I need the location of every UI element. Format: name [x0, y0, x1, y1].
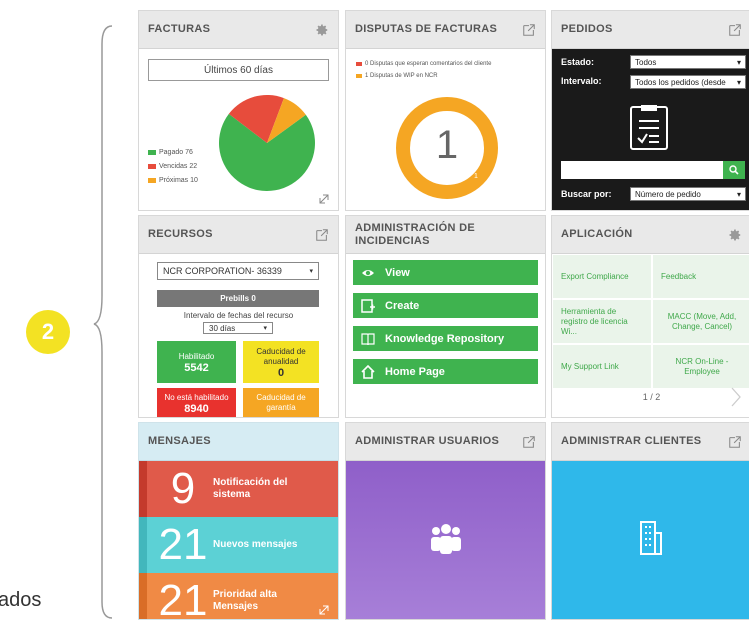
tile-title: ADMINISTRAR CLIENTES [561, 435, 702, 447]
no-habilitado-cell[interactable]: No está habilitado 8940 [157, 388, 236, 417]
external-link-icon[interactable] [315, 228, 329, 242]
prebills-bar: Prebills 0 [157, 290, 319, 307]
intervalo-select[interactable]: Todos los pedidos (desde ▾ [630, 75, 746, 89]
legend-item: Próximas 10 [148, 177, 198, 184]
tile-title: MENSAJES [148, 435, 211, 447]
tile-title: ADMINISTRACIÓN DE INCIDENCIAS [355, 221, 475, 247]
create-doc-icon [361, 298, 375, 313]
message-row-system[interactable]: 9 Notificación del sistema [139, 461, 338, 517]
app-link[interactable]: Feedback [652, 254, 749, 299]
create-button[interactable]: Create [353, 293, 538, 318]
interval-label: Intervalo de fechas del recurso [183, 311, 294, 320]
step-badge: 2 [26, 310, 70, 354]
tile-title: APLICACIÓN [561, 228, 633, 240]
next-page-chevron-icon[interactable] [731, 387, 741, 407]
estado-select[interactable]: Todos ▾ [630, 55, 746, 69]
tile-title: ADMINISTRAR USUARIOS [355, 435, 500, 447]
company-select[interactable]: NCR CORPORATION- 36339 ▾ [157, 262, 319, 280]
order-form-icon [630, 105, 668, 150]
interval-select[interactable]: 30 días ▾ [203, 322, 273, 334]
buscar-label: Buscar por: [561, 189, 612, 199]
users-panel[interactable] [346, 461, 545, 619]
external-link-icon[interactable] [522, 435, 536, 449]
tile-title: FACTURAS [148, 23, 211, 35]
legend-item: Vencidas 22 [148, 163, 197, 170]
app-link[interactable]: MACC (Move, Add, Change, Cancel) [652, 299, 749, 344]
intervalo-label: Intervalo: [561, 76, 602, 86]
external-link-icon[interactable] [728, 23, 742, 37]
users-group-icon [431, 524, 461, 554]
caducidad-anualidad-cell[interactable]: Caducidad de anualidad 0 [243, 341, 319, 383]
invoice-pie-chart [219, 95, 315, 191]
legend-item: 0 Disputas que esperan comentarios del c… [356, 61, 545, 67]
recursos-tile: RECURSOS NCR CORPORATION- 36339 ▾ Prebill… [138, 215, 339, 418]
search-button[interactable] [723, 161, 745, 179]
app-link[interactable]: Export Compliance [552, 254, 652, 299]
search-icon [729, 165, 739, 175]
bracket-decoration [93, 25, 113, 619]
date-range-selector[interactable]: Últimos 60 días [148, 59, 329, 81]
gear-icon[interactable] [315, 23, 329, 37]
view-button[interactable]: View [353, 260, 538, 285]
book-icon [361, 332, 375, 345]
external-link-icon[interactable] [728, 435, 742, 449]
caducidad-garantia-cell[interactable]: Caducidad de garantía [243, 388, 319, 417]
disputas-tile: DISPUTAS DE FACTURAS 0 Disputas que espe… [345, 10, 546, 211]
home-icon [361, 364, 375, 379]
home-page-button[interactable]: Home Page [353, 359, 538, 384]
pedidos-tile: PEDIDOS Estado: Todos ▾ Intervalo: Todos … [551, 10, 749, 211]
message-row-priority[interactable]: 21 Prioridad alta Mensajes [139, 573, 338, 619]
ring-label: 1 [474, 173, 478, 180]
tile-title: RECURSOS [148, 228, 213, 240]
app-link[interactable]: Herramienta de registro de licencia Wi..… [552, 299, 652, 344]
clipped-label: ados [0, 589, 42, 611]
expand-icon[interactable] [319, 194, 329, 204]
facturas-tile: FACTURAS Últimos 60 días Pagado 76 Venci… [138, 10, 339, 211]
eye-icon [362, 269, 374, 276]
clientes-tile: ADMINISTRAR CLIENTES [551, 422, 749, 620]
pager: 1 / 2 [552, 377, 749, 417]
tile-title: PEDIDOS [561, 23, 613, 35]
habilitado-cell[interactable]: Habilitado 5542 [157, 341, 236, 383]
expand-icon[interactable] [319, 605, 329, 615]
aplicacion-tile: APLICACIÓN Export Compliance Feedback He… [551, 215, 749, 418]
building-icon [640, 521, 662, 555]
order-search-input[interactable] [561, 161, 723, 179]
mensajes-tile: MENSAJES 9 Notificación del sistema 21 N… [138, 422, 339, 620]
estado-label: Estado: [561, 57, 595, 67]
message-row-new[interactable]: 21 Nuevos mensajes [139, 517, 338, 573]
incidencias-tile: ADMINISTRACIÓN DE INCIDENCIAS View Creat… [345, 215, 546, 418]
legend-item: 1 Disputas de WIP en NCR [356, 73, 545, 79]
knowledge-repository-button[interactable]: Knowledge Repository [353, 326, 538, 351]
page-indicator: 1 / 2 [642, 392, 661, 402]
ring-center-value: 1 [435, 123, 459, 167]
external-link-icon[interactable] [522, 23, 536, 37]
gear-icon[interactable] [728, 228, 742, 242]
tile-title: DISPUTAS DE FACTURAS [355, 23, 498, 35]
usuarios-tile: ADMINISTRAR USUARIOS [345, 422, 546, 620]
legend-item: Pagado 76 [148, 149, 193, 156]
clients-panel[interactable] [552, 461, 749, 619]
buscar-select[interactable]: Número de pedido ▾ [630, 187, 746, 201]
order-search-panel: Estado: Todos ▾ Intervalo: Todos los pedi… [552, 49, 749, 210]
